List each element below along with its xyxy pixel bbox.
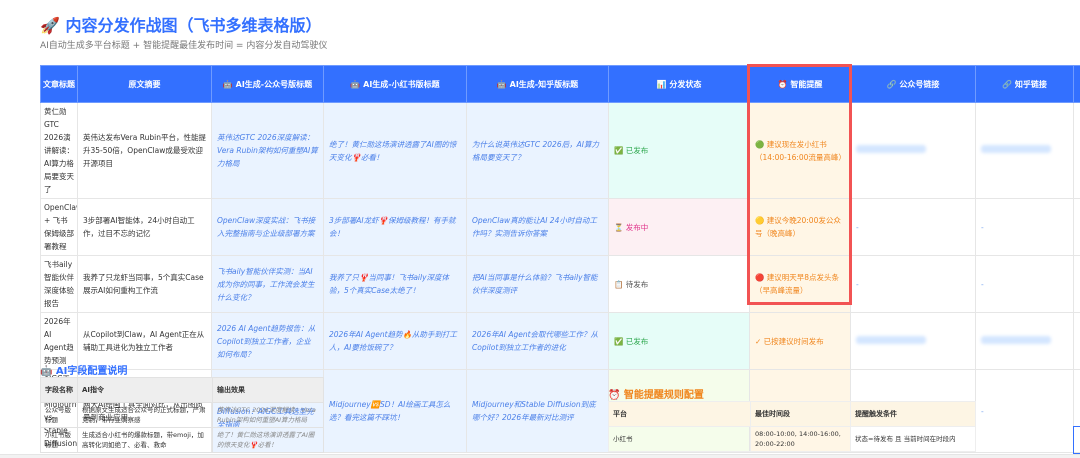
xhs-title-cell[interactable]: 绝了！黄仁勋这场演讲透露了AI圈的惊天变化🦞必看！ [323,102,467,199]
xhs-title-cell[interactable]: Midjourney🆚SD！AI绘画工具怎么选？看完这篇不踩坑！ [323,369,467,453]
wechat-title-cell[interactable]: 2026 AI Agent趋势报告：从Copilot到独立工作者，企业如何布局？ [211,312,324,370]
summary-cell[interactable]: 从Copilot到Claw，AI Agent正在从辅助工具进化为独立工作者 [77,312,212,370]
extra-cell[interactable] [1073,255,1080,313]
wechat-link-cell[interactable] [850,102,976,199]
column-header: 字段名称 [40,377,78,403]
link-blurred[interactable] [981,335,1051,344]
column-header[interactable]: 📊 分发状态 [608,65,750,103]
cell: 绝了！黄仁勋这场演讲透露了AI圈的惊天变化🦞必看！ [212,427,324,453]
link-empty[interactable]: - [856,280,859,289]
status-cell[interactable]: ✅ 已发布 [608,102,750,199]
article-title-cell[interactable]: OpenClaw + 飞书保姆级部署教程 [40,198,78,256]
table-row: 小红书 08:00-10:00, 14:00-16:00, 20:00-22:0… [608,426,976,452]
extra-cell[interactable] [1073,102,1080,199]
cell: 生成适合小红书的爆款标题，带emoji，加高转化词如绝了、必看、救命 [77,427,213,453]
cell: 状态=待发布 且 当前时间在时段内 [850,426,976,452]
column-header[interactable]: 🔗 公众号链接 [850,65,976,103]
summary-cell[interactable]: 我养了只龙虾当同事，5个真实Case展示AI如何重构工作流 [77,255,212,313]
cell: 公众号版标题 [40,402,78,428]
cell: 小红书 [608,426,751,452]
zhihu-title-cell[interactable]: 2026年AI Agent会取代哪些工作？从Copilot到独立工作者的进化 [466,312,609,370]
zhihu-link-cell[interactable]: - [975,198,1074,256]
rules-heading: ⏰ 智能提醒规则配置 [608,390,704,401]
zhihu-title-cell[interactable]: OpenClaw真的能让AI 24小时自动工作吗？实测告诉你答案 [466,198,609,256]
wechat-title-cell[interactable]: 英伟达GTC 2026深度解读：Vera Rubin架构如何重塑AI算力格局 [211,102,324,199]
horizontal-scrollbar[interactable] [0,454,1080,458]
table-row[interactable]: OpenClaw + 飞书保姆级部署教程3步部署AI智能体，24小时自动工作，过… [40,198,1080,256]
column-header: 输出效果 [212,377,324,403]
zhihu-link-cell[interactable]: - [975,255,1074,313]
zhihu-link-cell[interactable] [975,312,1074,370]
cell: 08:00-10:00, 14:00-16:00, 20:00-22:00 [750,426,851,452]
table-row[interactable]: 黄仁勋GTC 2026演讲解读：AI算力格局要变天了 英伟达发布Vera Rubi… [40,102,1080,199]
link-blurred[interactable] [856,335,926,344]
zhihu-title-cell[interactable]: 把AI当同事是什么体验？飞书aily智能伙伴深度测评 [466,255,609,313]
article-title-cell[interactable]: 黄仁勋GTC 2026演讲解读：AI算力格局要变天了 [40,102,78,199]
config-heading: 🤖 AI字段配置说明 [40,366,128,377]
ai-config-table: 字段名称 AI指令 输出效果 公众号版标题 根据原文生成适合公众号的正式标题，严肃… [40,377,324,453]
xhs-title-cell[interactable]: 2026年AI Agent趋势🔥从助手到打工人，AI要抢饭碗了？ [323,312,467,370]
cell: 英伟达GTC 2026深度解读：Vera Rubin架构如何重塑AI算力格局 [212,402,324,428]
column-header[interactable]: 🤖 AI生成-小红书版标题 [323,65,467,103]
wechat-title-cell[interactable]: OpenClaw深度实战：飞书接入完整指南与企业级部署方案 [211,198,324,256]
table-row[interactable]: 2026年AI Agent趋势预测 从Copilot到Claw，AI Agent正… [40,312,1080,370]
wechat-link-cell[interactable]: - [850,198,976,256]
article-title-cell[interactable]: 2026年AI Agent趋势预测 [40,312,78,370]
article-title-cell[interactable]: 飞书aily智能伙伴深度体验报告 [40,255,78,313]
reminder-cell[interactable]: ✓ 已按建议时间发布 [749,312,851,370]
reminder-cell[interactable]: 🟢 建议现在发小红书（14:00-16:00流量高峰） [749,102,851,199]
zhihu-title-cell[interactable]: 为什么说英伟达GTC 2026后，AI算力格局要变天了？ [466,102,609,199]
reminder-cell[interactable]: 🔴 建议明天早8点发头条（早高峰流量） [749,255,851,313]
column-header: 提醒触发条件 [850,401,976,427]
status-cell[interactable]: ⏳ 发布中 [608,198,750,256]
extra-cell[interactable] [1073,312,1080,370]
column-header[interactable]: 原文摘要 [77,65,212,103]
zhihu-link-cell[interactable] [975,102,1074,199]
table-row[interactable]: 飞书aily智能伙伴深度体验报告 我养了只龙虾当同事，5个真实Case展示AI如何… [40,255,1080,313]
link-empty[interactable]: - [981,407,984,416]
column-header[interactable]: 🤖 AI生成-知乎版标题 [466,65,609,103]
status-cell[interactable]: ✅ 已发布 [608,312,750,370]
column-header: 平台 [608,401,751,427]
page-title: 🚀 内容分发作战图（飞书多维表格版） [40,16,322,35]
reminder-rules-table: 平台 最佳时间段 提醒触发条件 小红书 08:00-10:00, 14:00-1… [608,401,976,452]
status-cell[interactable]: 📋 待发布 [608,255,750,313]
link-blurred[interactable] [856,145,926,153]
link-empty[interactable]: - [981,280,984,289]
zhihu-title-cell[interactable]: Midjourney和Stable Diffusion到底哪个好？2026年最新… [466,369,609,453]
xhs-title-cell[interactable]: 我养了只🦞当同事！飞书aily深度体验，5个真实Case太绝了！ [323,255,467,313]
zhihu-link-cell[interactable]: - [975,369,1074,453]
selection-box[interactable] [1073,426,1080,454]
cell: 根据原文生成适合公众号的正式标题，严肃克制，带行业洞察感 [77,402,213,428]
page-subtitle: AI自动生成多平台标题 + 智能提醒最佳发布时间 = 内容分发自动驾驶仪 [40,41,328,51]
xhs-title-cell[interactable]: 3步部署AI龙虾🦞保姆级教程！有手就会！ [323,198,467,256]
link-empty[interactable]: - [981,223,984,232]
table-row: 公众号版标题 根据原文生成适合公众号的正式标题，严肃克制，带行业洞察感 英伟达GTC… [40,402,324,428]
wechat-title-cell[interactable]: 飞书aily智能伙伴实测：当AI成为你的同事，工作流会发生什么变化？ [211,255,324,313]
link-blurred[interactable] [981,145,1051,153]
column-header[interactable]: 🤖 AI生成-公众号版标题 [211,65,324,103]
column-header[interactable]: ⏰ 智能提醒 [749,65,851,103]
link-empty[interactable]: - [856,223,859,232]
column-header: AI指令 [77,377,213,403]
summary-cell[interactable]: 3步部署AI智能体，24小时自动工作，过目不忘的记忆 [77,198,212,256]
reminder-cell[interactable]: 🟡 建议今晚20:00发公众号（晚高峰） [749,198,851,256]
wechat-link-cell[interactable] [850,312,976,370]
column-header-extra[interactable] [1073,65,1080,103]
column-header[interactable]: 🔗 知乎链接 [975,65,1074,103]
wechat-link-cell[interactable]: - [850,255,976,313]
cell: 小红书版标题 [40,427,78,453]
summary-cell[interactable]: 英伟达发布Vera Rubin平台，性能提升35-50倍，OpenClaw成最受… [77,102,212,199]
table-row: 小红书版标题 生成适合小红书的爆款标题，带emoji，加高转化词如绝了、必看、救命… [40,427,324,453]
extra-cell[interactable] [1073,198,1080,256]
column-header: 最佳时间段 [750,401,851,427]
column-header[interactable]: 文章标题 [40,65,78,103]
